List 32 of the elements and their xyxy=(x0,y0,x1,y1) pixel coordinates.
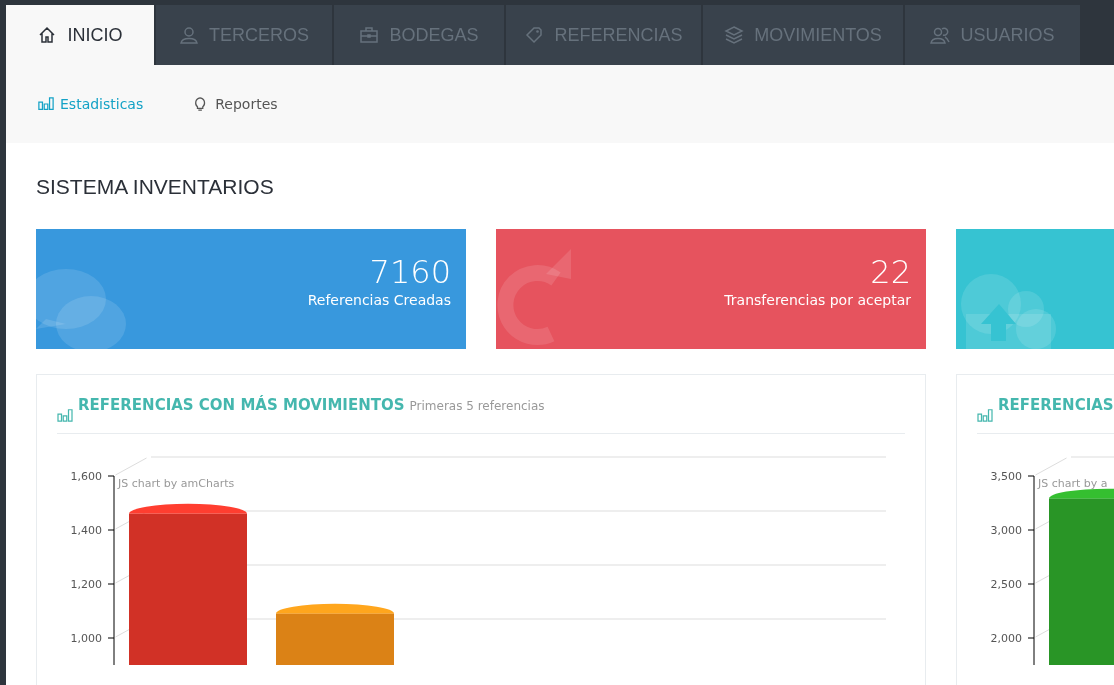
refresh-icon xyxy=(497,249,571,345)
axis-tick-label: 2,000 xyxy=(990,632,1022,645)
stat-value: 7160 xyxy=(369,255,451,291)
layers-icon xyxy=(724,25,745,45)
page-title: SISTEMA INVENTARIOS xyxy=(36,175,275,199)
panel-subtitle: Primeras 5 referencias xyxy=(409,399,545,413)
panel-title: REFERENCIAS xyxy=(998,396,1114,414)
bar-chart-icon xyxy=(57,407,73,422)
bar-chart-icon xyxy=(38,96,54,112)
stat-label: Referencias Creadas xyxy=(307,292,451,309)
stat-value: 22 xyxy=(870,255,911,291)
user-icon xyxy=(179,25,199,45)
chart-credit: JS chart by amCharts xyxy=(118,477,235,490)
axis-tick-label: 1,600 xyxy=(70,470,102,483)
axis-tick-label: 2,500 xyxy=(990,578,1022,591)
chat-icon xyxy=(36,269,126,349)
bar-chart-icon xyxy=(977,407,993,422)
tag-icon xyxy=(524,25,545,45)
cylinder-cap-drawing xyxy=(1049,488,1114,499)
axis-tick-label: 1,400 xyxy=(70,524,102,537)
axis-tick-label: 3,500 xyxy=(990,470,1022,483)
users-icon xyxy=(930,25,951,45)
panel-title: REFERENCIAS CON MÁS MOVIMIENTOS xyxy=(78,396,405,414)
subnav-link[interactable]: Estadisticas xyxy=(38,96,144,112)
axis-tick-label: 3,000 xyxy=(990,524,1022,537)
axis-tick-label: 1,000 xyxy=(70,632,102,645)
briefcase-icon xyxy=(359,25,380,45)
chart-credit: JS chart by a xyxy=(1038,477,1108,490)
stat-label: Transferencias por aceptar xyxy=(724,292,911,309)
nav-tab[interactable]: INICIO xyxy=(6,5,154,65)
axis-tick-label: 1,200 xyxy=(70,578,102,591)
subnav-link[interactable]: Reportes xyxy=(193,96,278,112)
